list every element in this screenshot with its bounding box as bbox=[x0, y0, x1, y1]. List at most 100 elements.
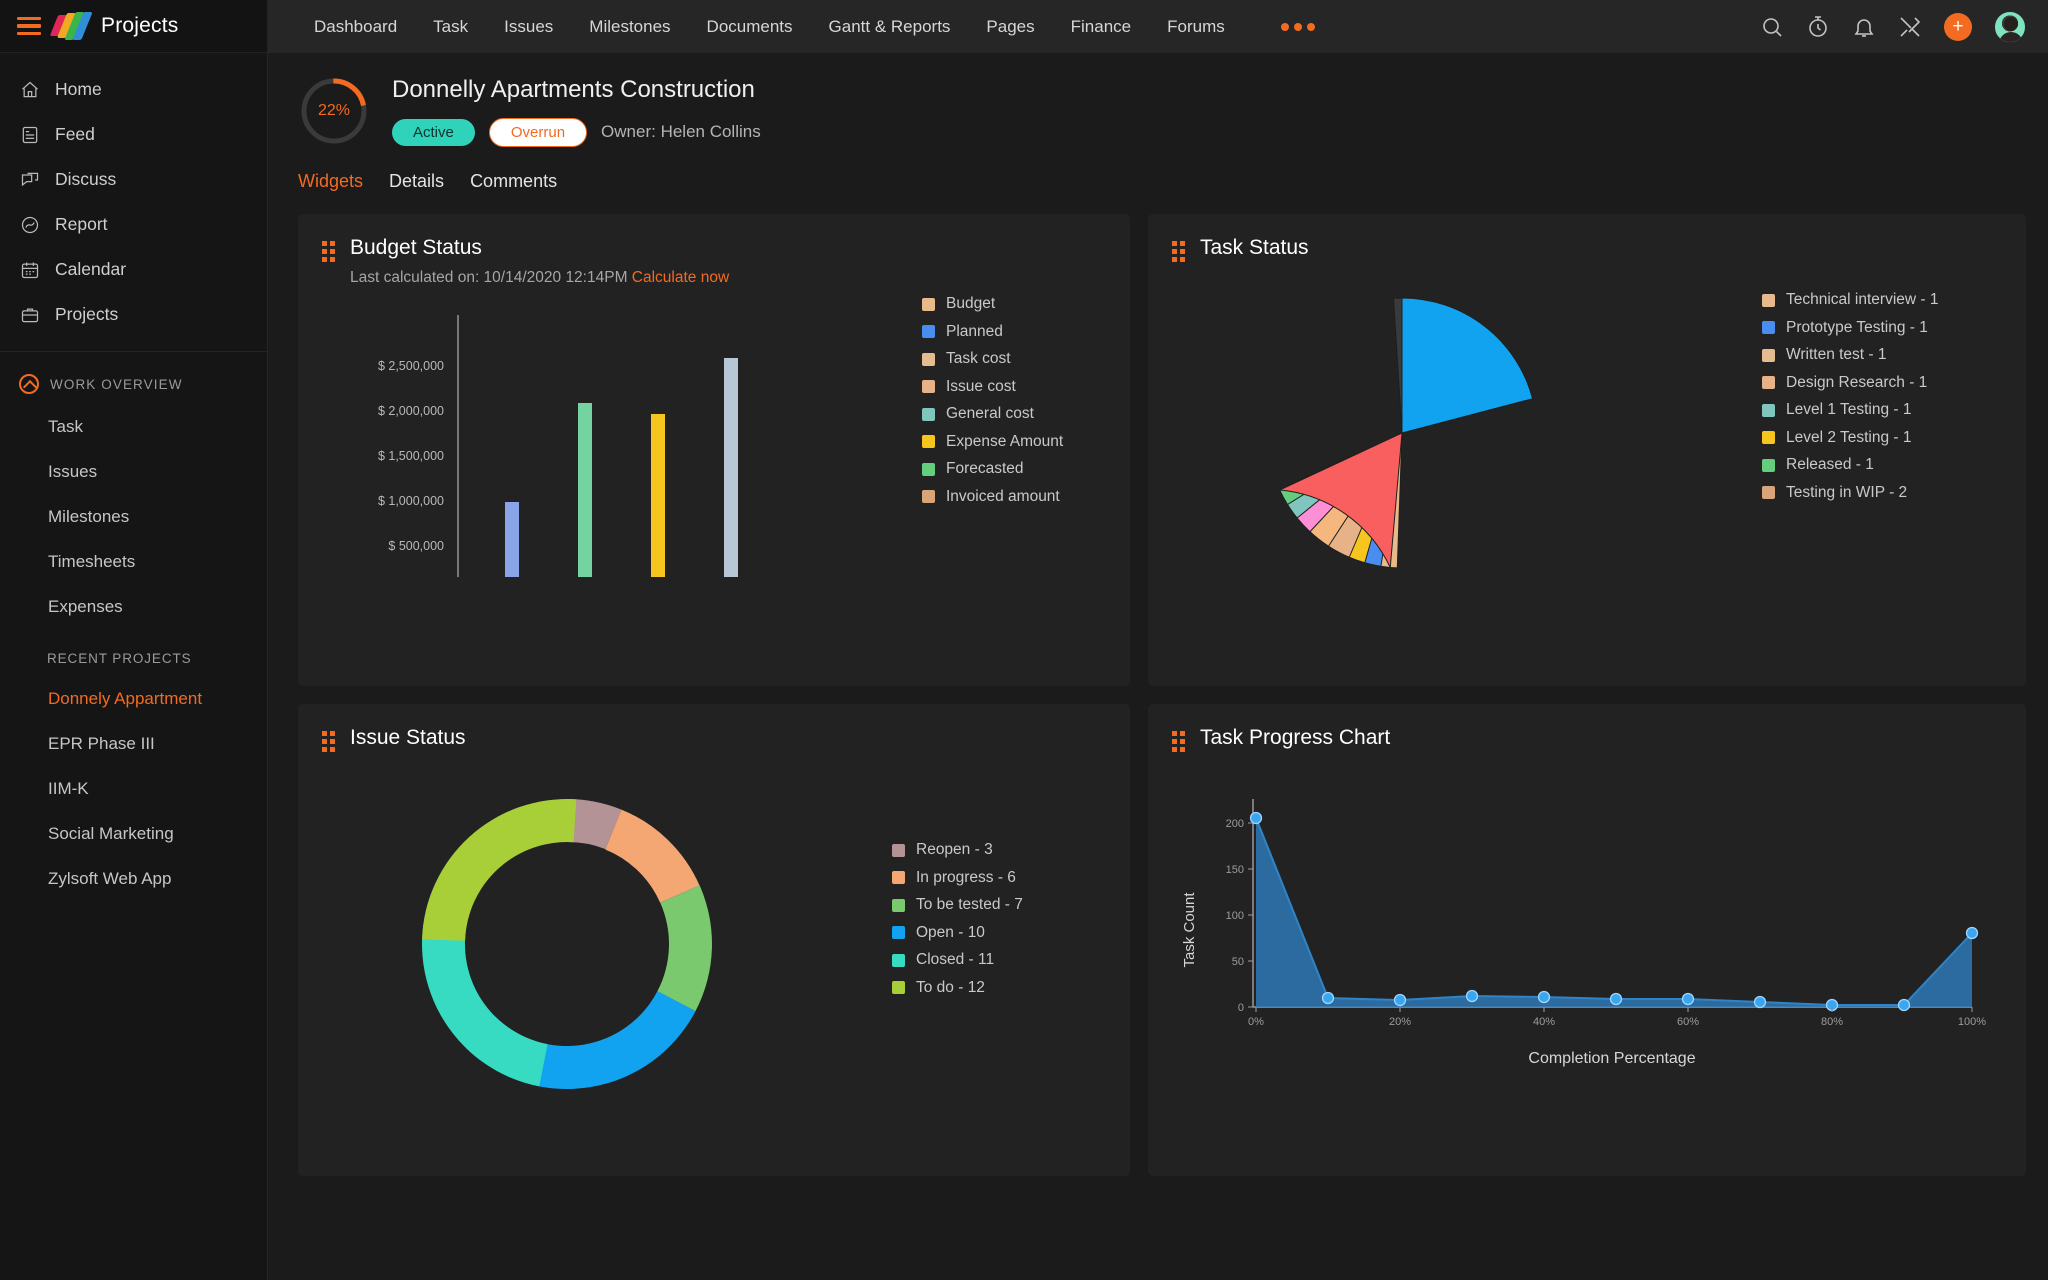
chevron-circle-icon bbox=[19, 374, 39, 394]
app-logo-icon bbox=[49, 12, 93, 40]
tab-milestones[interactable]: Milestones bbox=[571, 0, 688, 53]
hamburger-menu-icon[interactable] bbox=[17, 16, 41, 36]
legend-label: General cost bbox=[946, 405, 1034, 422]
legend-label: Reopen - 3 bbox=[916, 841, 993, 858]
tab-details[interactable]: Details bbox=[389, 171, 444, 196]
task-progress-chart-row: Task Count 200 150 100 50 0 0% 20% 40% 6… bbox=[1172, 785, 2002, 1100]
sidebar-item-label: Home bbox=[55, 79, 102, 99]
sidebar-item-report[interactable]: Report bbox=[0, 202, 267, 247]
tab-forums[interactable]: Forums bbox=[1149, 0, 1243, 53]
module-tabs: Dashboard Task Issues Milestones Documen… bbox=[296, 0, 1243, 53]
drag-handle-icon[interactable] bbox=[322, 731, 336, 752]
legend-item: To be tested - 7 bbox=[892, 896, 1023, 914]
tab-widgets[interactable]: Widgets bbox=[298, 171, 363, 196]
status-badge: Active bbox=[392, 118, 475, 146]
project-tabs: Widgets Details Comments bbox=[268, 147, 2048, 196]
sidebar-item-epr-phase-iii[interactable]: EPR Phase III bbox=[0, 721, 267, 766]
sidebar-item-task[interactable]: Task bbox=[0, 404, 267, 449]
tab-pages[interactable]: Pages bbox=[968, 0, 1052, 53]
legend-swatch bbox=[1762, 376, 1775, 389]
more-menu-icon[interactable] bbox=[1280, 22, 1315, 31]
drag-handle-icon[interactable] bbox=[1172, 731, 1186, 752]
sidebar-item-projects[interactable]: Projects bbox=[0, 292, 267, 337]
work-overview-header[interactable]: WORK OVERVIEW bbox=[0, 352, 267, 404]
svg-text:$ 2,000,000: $ 2,000,000 bbox=[378, 404, 444, 418]
page-content: 22% Donnelly Apartments Construction Act… bbox=[268, 53, 2048, 1280]
sidebar-item-label: Social Marketing bbox=[48, 823, 174, 843]
sidebar-item-label: Report bbox=[55, 214, 108, 234]
sidebar-item-issues[interactable]: Issues bbox=[0, 449, 267, 494]
top-navigation-bar: Dashboard Task Issues Milestones Documen… bbox=[268, 0, 2048, 53]
top-actions: + bbox=[1760, 10, 2026, 43]
drag-handle-icon[interactable] bbox=[1172, 241, 1186, 262]
brand-bar: Projects bbox=[0, 0, 267, 53]
legend-item: Level 1 Testing - 1 bbox=[1762, 401, 1938, 419]
app-root: Projects Home Feed Discuss Report Calend… bbox=[0, 0, 2048, 1280]
widget-issue-status: Issue Status Reopen - 3 In progress - 6 … bbox=[298, 704, 1130, 1176]
widget-title: Task Progress Chart bbox=[1200, 726, 1391, 749]
tab-documents[interactable]: Documents bbox=[689, 0, 811, 53]
legend-swatch bbox=[922, 380, 935, 393]
sidebar-item-zylsoft-web-app[interactable]: Zylsoft Web App bbox=[0, 856, 267, 901]
report-icon bbox=[19, 214, 41, 236]
sidebar-item-calendar[interactable]: Calendar bbox=[0, 247, 267, 292]
legend-item: To do - 12 bbox=[892, 979, 1023, 997]
legend-label: Budget bbox=[946, 295, 996, 312]
svg-text:50: 50 bbox=[1232, 956, 1244, 968]
widget-header: Budget Status Last calculated on: 10/14/… bbox=[322, 236, 1106, 287]
primary-nav: Home Feed Discuss Report Calendar Projec… bbox=[0, 53, 267, 337]
sidebar-item-feed[interactable]: Feed bbox=[0, 112, 267, 157]
add-icon[interactable]: + bbox=[1944, 12, 1972, 41]
home-icon bbox=[19, 79, 41, 101]
legend-label: Task cost bbox=[946, 350, 1011, 367]
tab-gantt-reports[interactable]: Gantt & Reports bbox=[811, 0, 969, 53]
avatar[interactable] bbox=[1994, 10, 2026, 43]
tab-comments[interactable]: Comments bbox=[470, 171, 557, 196]
tab-finance[interactable]: Finance bbox=[1053, 0, 1149, 53]
project-header: 22% Donnelly Apartments Construction Act… bbox=[268, 53, 2048, 147]
legend-swatch bbox=[1762, 293, 1775, 307]
timer-icon[interactable] bbox=[1806, 15, 1830, 39]
legend-item: Design Research - 1 bbox=[1762, 374, 1938, 392]
sidebar-item-social-marketing[interactable]: Social Marketing bbox=[0, 811, 267, 856]
legend-item: Task cost bbox=[922, 350, 1063, 368]
sidebar-item-iim-k[interactable]: IIM-K bbox=[0, 766, 267, 811]
calculate-now-link[interactable]: Calculate now bbox=[632, 269, 729, 286]
legend-label: Design Research - 1 bbox=[1786, 373, 1928, 391]
legend-label: Technical interview - 1 bbox=[1786, 291, 1939, 308]
legend-swatch bbox=[892, 898, 905, 912]
bell-icon[interactable] bbox=[1852, 15, 1876, 39]
sidebar-item-label: Feed bbox=[55, 124, 95, 144]
sidebar-item-donnely-appartment[interactable]: Donnely Appartment bbox=[0, 676, 267, 721]
widget-title: Budget Status bbox=[350, 236, 482, 259]
legend-item: Closed - 11 bbox=[892, 951, 1023, 969]
sidebar-item-discuss[interactable]: Discuss bbox=[0, 157, 267, 202]
legend-swatch bbox=[922, 352, 935, 366]
legend-item: Reopen - 3 bbox=[892, 841, 1023, 859]
tools-icon[interactable] bbox=[1898, 15, 1922, 39]
recent-projects-header: RECENT PROJECTS bbox=[0, 629, 267, 676]
svg-text:$ 1,000,000: $ 1,000,000 bbox=[378, 494, 444, 508]
sidebar-item-timesheets[interactable]: Timesheets bbox=[0, 539, 267, 584]
tab-issues[interactable]: Issues bbox=[486, 0, 571, 53]
legend-label: Closed - 11 bbox=[916, 951, 995, 968]
project-info: Donnelly Apartments Construction Active … bbox=[392, 76, 761, 147]
sidebar-item-home[interactable]: Home bbox=[0, 67, 267, 112]
svg-text:60%: 60% bbox=[1677, 1016, 1699, 1028]
tab-task[interactable]: Task bbox=[415, 0, 486, 53]
svg-text:200: 200 bbox=[1226, 818, 1244, 830]
search-icon[interactable] bbox=[1760, 15, 1784, 39]
sidebar-item-milestones[interactable]: Milestones bbox=[0, 494, 267, 539]
drag-handle-icon[interactable] bbox=[322, 241, 336, 262]
svg-text:80%: 80% bbox=[1821, 1016, 1843, 1028]
legend-swatch bbox=[922, 297, 935, 311]
legend-item: Open - 10 bbox=[892, 924, 1023, 942]
widget-subtitle: Last calculated on: 10/14/2020 12:14PM C… bbox=[350, 269, 729, 287]
sidebar-item-label: Calendar bbox=[55, 259, 127, 279]
legend-label: Level 1 Testing - 1 bbox=[1786, 401, 1912, 418]
main-area: Dashboard Task Issues Milestones Documen… bbox=[268, 0, 2048, 1280]
sidebar-item-expenses[interactable]: Expenses bbox=[0, 584, 267, 629]
tab-dashboard[interactable]: Dashboard bbox=[296, 0, 415, 53]
project-owner: Owner: Helen Collins bbox=[601, 122, 761, 141]
discuss-icon bbox=[19, 169, 41, 191]
